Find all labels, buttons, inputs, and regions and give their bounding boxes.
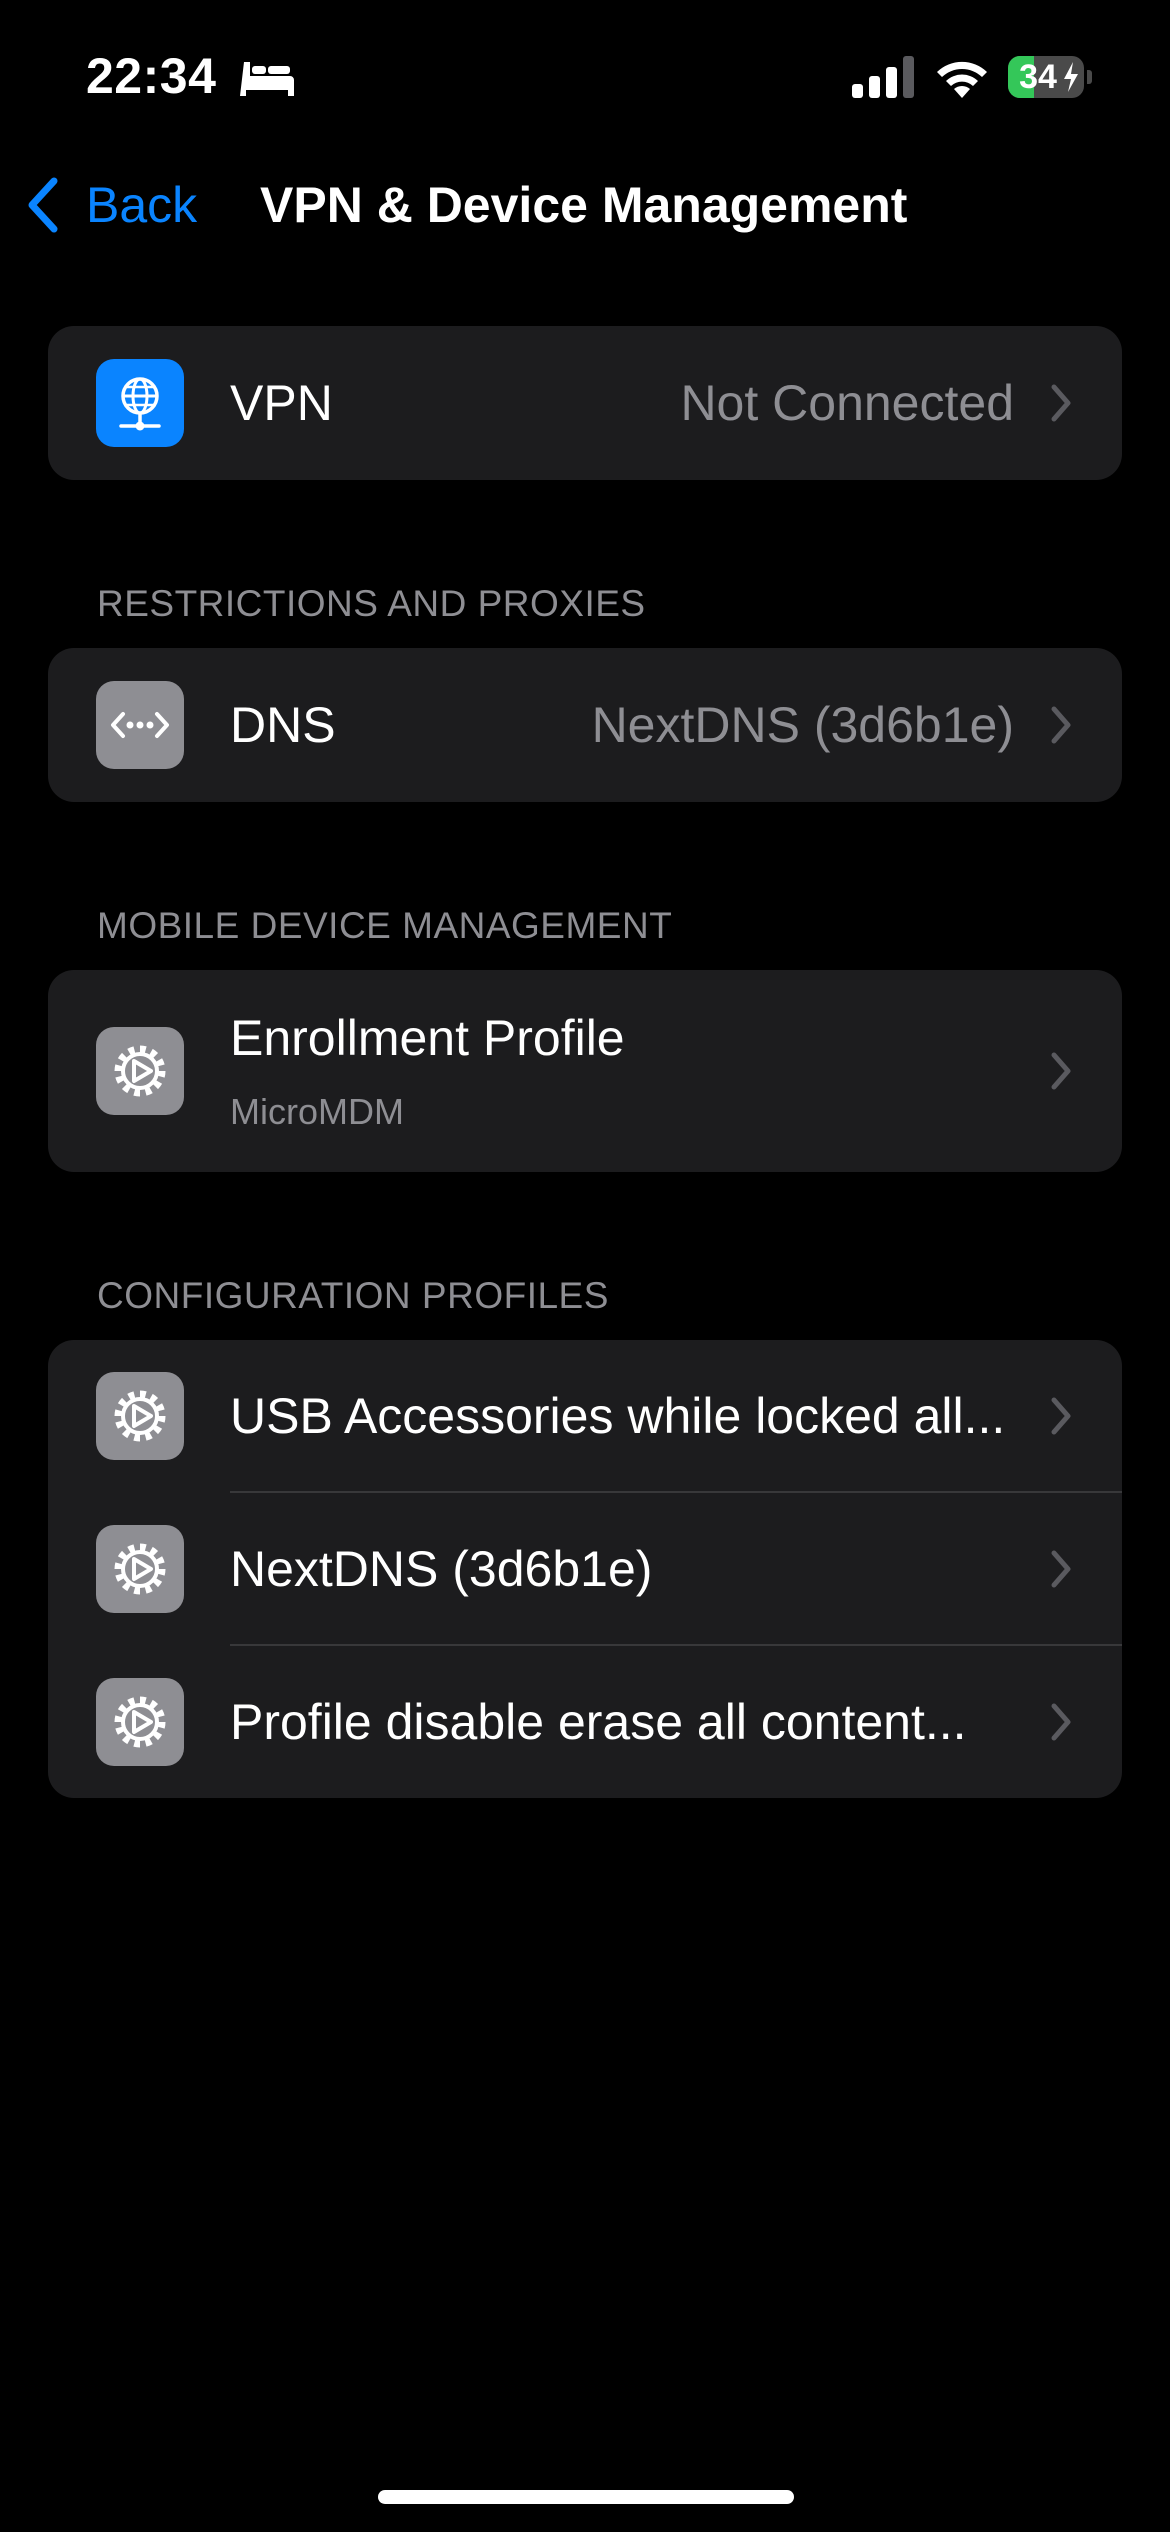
config-profile-title: NextDNS (3d6b1e) [230,1541,653,1597]
section-header-config-profiles: CONFIGURATION PROFILES [97,1275,609,1316]
status-time: 22:34 [86,48,217,104]
settings-gear-icon [96,1372,184,1460]
wifi-icon [937,61,987,98]
page-title: VPN & Device Management [260,177,908,233]
home-indicator[interactable] [378,2490,794,2504]
chevron-right-icon [1051,1397,1071,1435]
charging-bolt-icon [1064,62,1078,92]
vpn-row[interactable]: VPN Not Connected [48,326,1122,480]
bed-icon [240,62,294,96]
config-profile-row[interactable]: NextDNS (3d6b1e) [48,1493,1122,1646]
chevron-right-icon [1051,384,1071,422]
section-header-restrictions: RESTRICTIONS AND PROXIES [97,583,646,624]
chevron-right-icon [1051,1052,1071,1090]
settings-gear-icon [96,1525,184,1613]
dns-value: NextDNS (3d6b1e) [591,697,1014,753]
config-profile-title: USB Accessories while locked all... [230,1388,1006,1444]
chevron-right-icon [1051,1703,1071,1741]
chevron-right-icon [1051,1550,1071,1588]
config-profile-title: Profile disable erase all content... [230,1694,967,1750]
vpn-title: VPN [230,375,333,431]
battery-percent: 34 [1019,58,1057,96]
enrollment-profile-title: Enrollment Profile [230,1010,625,1066]
config-profile-row[interactable]: USB Accessories while locked all... [48,1340,1122,1493]
section-header-mdm: MOBILE DEVICE MANAGEMENT [97,905,673,946]
restrictions-group: DNS NextDNS (3d6b1e) [48,648,1122,802]
mdm-group: Enrollment Profile MicroMDM [48,970,1122,1172]
dns-title: DNS [230,697,336,753]
config-profile-row[interactable]: Profile disable erase all content... [48,1646,1122,1798]
config-profiles-group: USB Accessories while locked all... Next… [48,1340,1122,1798]
back-button[interactable]: Back [24,170,197,240]
dns-icon [96,681,184,769]
settings-screen: 22:34 34 Back VPN & Device Management VP… [0,0,1170,2532]
vpn-group: VPN Not Connected [48,326,1122,480]
back-label: Back [86,177,198,233]
vpn-status-value: Not Connected [680,375,1014,431]
settings-gear-icon [96,1678,184,1766]
chevron-right-icon [1051,706,1071,744]
enrollment-profile-subtitle: MicroMDM [230,1091,404,1132]
chevron-left-icon [28,177,58,233]
cellular-signal-icon [852,56,914,98]
settings-gear-icon [96,1027,184,1115]
status-bar: 22:34 34 [0,0,1170,150]
dns-row[interactable]: DNS NextDNS (3d6b1e) [48,648,1122,802]
vpn-globe-icon [96,359,184,447]
enrollment-profile-row[interactable]: Enrollment Profile MicroMDM [48,970,1122,1172]
battery-charging-icon: 34 [1008,56,1092,98]
